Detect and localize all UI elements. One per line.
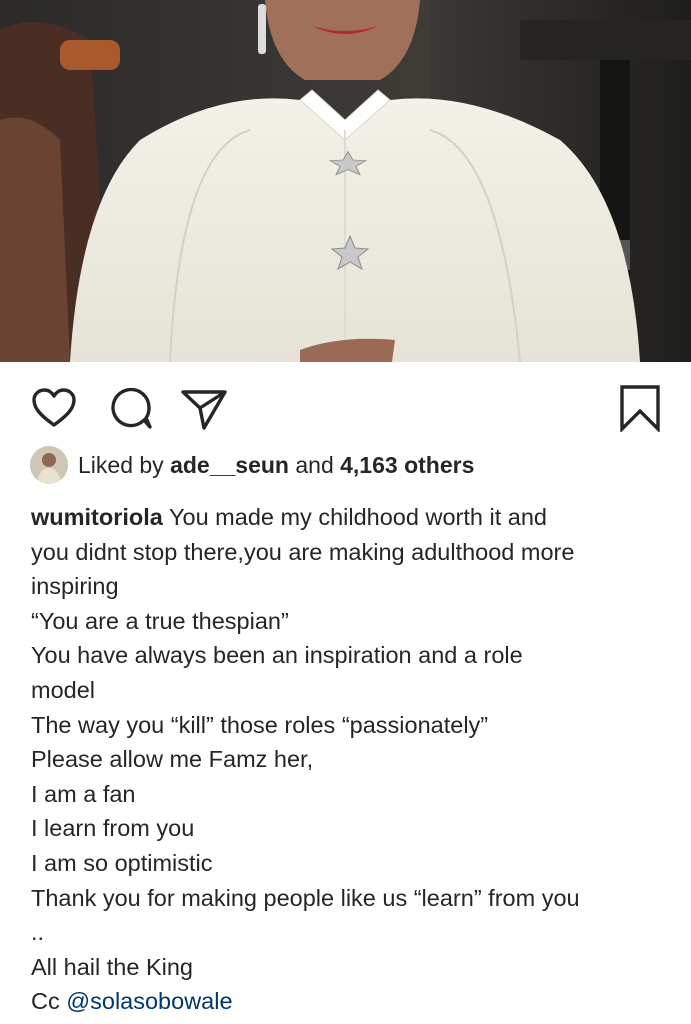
cc-prefix: Cc <box>31 988 60 1015</box>
caption-line: model <box>31 676 96 703</box>
likes-count[interactable]: 4,163 others <box>340 452 474 479</box>
likes-prefix: Liked by <box>78 451 164 478</box>
caption-first-line: wumitoriola You made my childhood worth … <box>31 500 671 535</box>
caption-line: Please allow me Famz her, <box>31 746 314 773</box>
comment-button[interactable] <box>106 384 154 432</box>
likes-summary[interactable]: Liked by ade__seun and 4,163 others <box>30 445 474 485</box>
bookmark-icon <box>620 385 660 434</box>
heart-icon <box>32 388 76 427</box>
caption-line: “You are a true thespian” <box>31 607 289 634</box>
caption-line: inspiring <box>31 573 119 600</box>
caption-line: you didnt stop there,you are making adul… <box>31 538 575 565</box>
caption-line: I learn from you <box>31 815 195 842</box>
post-image[interactable] <box>0 0 691 362</box>
caption-line: I am a fan <box>31 780 136 807</box>
caption-line: Thank you for making people like us “lea… <box>31 884 580 911</box>
caption-username[interactable]: wumitoriola <box>31 504 163 530</box>
caption-line: I am so optimistic <box>31 849 213 876</box>
caption-line: All hail the King <box>31 953 193 980</box>
post-caption: wumitoriola You made my childhood worth … <box>31 500 671 1019</box>
caption-cc-line: Cc @solasobowale <box>31 984 671 1019</box>
save-button[interactable] <box>616 384 664 434</box>
likes-connector: and <box>295 451 334 478</box>
comment-icon <box>111 387 152 429</box>
like-button[interactable] <box>30 384 78 432</box>
caption-text: You made my childhood worth it and <box>168 504 547 530</box>
share-button[interactable] <box>180 384 228 432</box>
liker-username[interactable]: ade__seun <box>170 452 289 479</box>
post-actions-bar <box>0 362 691 442</box>
liker-avatar[interactable] <box>30 446 68 484</box>
caption-line: The way you “kill” those roles “passiona… <box>31 711 489 738</box>
caption-line: You have always been an inspiration and … <box>31 642 523 669</box>
paper-plane-icon <box>181 390 227 430</box>
caption-line: .. <box>31 919 45 946</box>
mention-link[interactable]: @solasobowale <box>66 988 232 1014</box>
